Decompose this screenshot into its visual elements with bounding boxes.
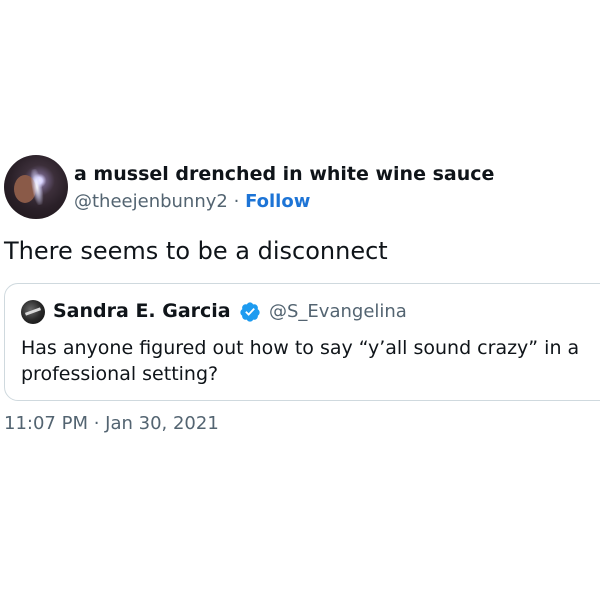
follow-button[interactable]: Follow	[245, 191, 310, 212]
author-handle[interactable]: @theejenbunny2	[74, 191, 228, 212]
meta-separator: ·	[233, 191, 240, 212]
quoted-text-line-2: professional setting?	[21, 363, 219, 385]
quoted-text-line-1: Has anyone figured out how to say “y’all…	[21, 337, 580, 359]
quoted-author-handle[interactable]: @S_Evangelina	[269, 301, 407, 322]
quoted-tweet[interactable]: Sandra E. Garcia @S_Evangelina Has anyon…	[4, 283, 600, 401]
quoted-tweet-text: Has anyone figured out how to say “y’all…	[21, 335, 600, 387]
quoted-avatar-detail	[24, 307, 42, 316]
quoted-author-name[interactable]: Sandra E. Garcia	[53, 300, 231, 322]
quoted-author-avatar[interactable]	[21, 300, 45, 324]
tweet-timestamp[interactable]: 11:07 PM · Jan 30, 2021	[4, 413, 219, 434]
author-name[interactable]: a mussel drenched in white wine sauce	[74, 163, 494, 185]
tweet-text: There seems to be a disconnect	[4, 237, 388, 265]
tweet-header: a mussel drenched in white wine sauce @t…	[4, 155, 594, 221]
author-meta: @theejenbunny2 · Follow	[74, 191, 310, 212]
verified-badge-icon	[240, 302, 260, 322]
author-avatar[interactable]	[4, 155, 68, 219]
